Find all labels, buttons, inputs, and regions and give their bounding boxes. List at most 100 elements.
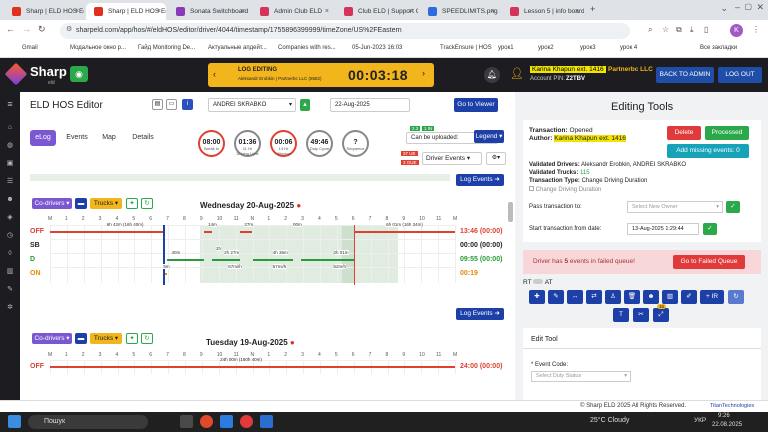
close-window-icon[interactable]: ✕	[756, 2, 764, 13]
browser-tab[interactable]: Lesson 5 | info board ×	[502, 3, 584, 20]
trucks-button[interactable]: Trucks ▾	[90, 198, 122, 209]
back-to-admin-button[interactable]: BACK TO ADMIN	[656, 67, 714, 83]
back-icon[interactable]: ←	[6, 24, 15, 34]
bookmark-item[interactable]: Гайд Monitoring De...	[138, 45, 195, 51]
prev-arrow-icon[interactable]: ‹	[213, 69, 216, 79]
maximize-icon[interactable]: ▢	[744, 2, 752, 11]
document-icon[interactable]: ▤	[152, 99, 163, 110]
tab-close-icon[interactable]: ×	[325, 3, 329, 20]
reload-icon[interactable]: ↻	[38, 24, 46, 35]
bookmark-item[interactable]: Все закладки	[700, 45, 737, 51]
date-input[interactable]: 22-Aug-2025	[330, 98, 410, 112]
bookmark-item[interactable]: урок 4	[620, 45, 637, 51]
tab-search-icon[interactable]: ⌄	[720, 3, 728, 14]
globe-icon[interactable]: ◍	[6, 142, 14, 150]
tab-close-icon[interactable]: ×	[491, 3, 495, 20]
settings-dropdown-icon[interactable]: ⚙▾	[486, 152, 506, 165]
new-owner-select[interactable]: Select New Owner ▾	[627, 201, 723, 213]
forward-icon[interactable]: →	[22, 24, 31, 34]
tab-close-icon[interactable]: ×	[241, 3, 245, 20]
truck-icon[interactable]: ▣	[6, 160, 14, 168]
bookmark-item[interactable]: 05-Jun-2023 16:03	[352, 45, 402, 51]
delete-button[interactable]: Delete	[667, 126, 701, 140]
downloads-icon[interactable]: ⤓	[690, 25, 694, 35]
chart-icon[interactable]: ▥	[6, 268, 14, 276]
menu-hamburger-icon[interactable]: ≡	[6, 100, 14, 109]
thumb-icon-day2[interactable]: ✦	[126, 333, 138, 344]
plus-icon[interactable]: ✚	[529, 290, 545, 304]
profile-avatar[interactable]: K	[730, 24, 743, 37]
wrench-icon[interactable]: ✎	[6, 286, 14, 294]
refresh-tools-icon[interactable]: ↻	[728, 290, 744, 304]
scrollbar-thumb[interactable]	[508, 202, 513, 222]
tab-close-icon[interactable]: ×	[409, 3, 413, 20]
print-icon[interactable]: ▭	[166, 99, 177, 110]
stamp-icon[interactable]: ♙	[605, 290, 621, 304]
taskbar-search[interactable]: Пошук	[28, 415, 148, 429]
opera-icon[interactable]	[240, 415, 253, 428]
url-field[interactable]: sharpeld.com/app/hos/#/eldHOS/editor/dri…	[60, 23, 630, 39]
notifications-bell-icon[interactable]: 🔔︎	[484, 67, 500, 83]
signal-icon[interactable]: ◈	[6, 214, 14, 222]
truck-mini-icon-day2[interactable]: ▬	[75, 333, 87, 344]
truck-mini-icon[interactable]: ▬	[75, 198, 87, 209]
site-info-icon[interactable]: ⚙	[66, 25, 72, 33]
change-driving-checkbox[interactable]	[529, 186, 534, 191]
task-view-icon[interactable]	[180, 415, 193, 428]
refresh-icon[interactable]: ↻	[141, 198, 153, 209]
log-events-button-top[interactable]: Log Events ➜	[456, 174, 504, 186]
refresh-icon-day2[interactable]: ↻	[141, 333, 153, 344]
co-drivers-button[interactable]: Co-drivers ▾	[32, 198, 72, 209]
bookmark-item[interactable]: TrackEnsure | HOS	[440, 45, 492, 51]
browser-tab[interactable]: Admin Club ELD ×	[252, 3, 334, 20]
swap-icon[interactable]: ⇄	[586, 290, 602, 304]
tab-map[interactable]: Map	[96, 130, 122, 146]
expand-icon[interactable]: ⤢	[653, 308, 669, 322]
driver-select[interactable]: ANDREI SKRABKO ▾	[208, 98, 296, 112]
minimize-icon[interactable]: –	[735, 2, 740, 12]
confirm-owner-icon[interactable]: ✓	[726, 201, 740, 213]
go-to-failed-queue-button[interactable]: Go to Failed Queue	[673, 255, 745, 269]
extensions-icon[interactable]: ⧉	[676, 25, 682, 35]
add-missing-events-button[interactable]: Add missing events: 0	[667, 144, 749, 158]
shield-icon[interactable]: ◊	[6, 250, 14, 258]
rt-at-toggle[interactable]	[533, 279, 544, 284]
menu-icon[interactable]: ⋮	[752, 25, 760, 34]
browser-tab[interactable]: SPEEDLIMITS.png (77×	[420, 3, 500, 20]
bookmark-star-icon[interactable]: ☆	[662, 25, 669, 34]
arrows-h-icon[interactable]: ↔	[567, 290, 583, 304]
next-arrow-icon[interactable]: ›	[422, 68, 425, 78]
legend-button[interactable]: Legend ▾	[474, 130, 504, 143]
skype-icon[interactable]	[260, 415, 273, 428]
language-indicator[interactable]: УКР	[694, 417, 706, 424]
windows-start-icon[interactable]	[8, 415, 21, 428]
logout-button[interactable]: LOG OUT	[718, 67, 762, 83]
list-icon[interactable]: ☰	[6, 178, 14, 186]
users-icon[interactable]: ☻	[6, 196, 14, 204]
bookmark-item[interactable]: урок1	[498, 45, 514, 51]
tab-details[interactable]: Details	[126, 130, 160, 146]
bookmark-item[interactable]: Модальное окно р...	[70, 45, 126, 51]
users-group-icon[interactable]: ☻	[643, 290, 659, 304]
columns-icon[interactable]: ▥	[662, 290, 678, 304]
scissors-icon[interactable]: ✂	[633, 308, 649, 322]
settings-icon[interactable]: ✲	[6, 304, 14, 312]
new-tab-icon[interactable]: +	[590, 4, 595, 14]
info-icon[interactable]: i	[182, 99, 193, 110]
log-events-button-day1[interactable]: Log Events ➜	[456, 308, 504, 320]
bookmark-item[interactable]: Актуальные апдейт...	[208, 45, 267, 51]
start-date-input[interactable]: 13-Aug-2025 1:29:44	[627, 223, 699, 235]
bookmark-item[interactable]: урок3	[580, 45, 596, 51]
thumb-icon[interactable]: ✦	[126, 198, 138, 209]
duty-status-select[interactable]: Select Duty Status ▾	[531, 371, 631, 382]
go-to-viewer-button[interactable]: Go to Viewer	[454, 98, 498, 112]
add-ir-button[interactable]: + IR	[700, 290, 724, 304]
trash-icon[interactable]: 🗑︎	[624, 290, 640, 304]
home-icon[interactable]: ⌂	[6, 124, 14, 132]
trucks-button-day2[interactable]: Trucks ▾	[90, 333, 122, 344]
bookmark-item[interactable]: Gmail	[22, 45, 38, 51]
driver-events-select[interactable]: Driver Events ▾	[422, 152, 482, 165]
clock-icon[interactable]: ◷	[6, 232, 14, 240]
co-drivers-button-day2[interactable]: Co-drivers ▾	[32, 333, 72, 344]
bookmark-item[interactable]: урок2	[538, 45, 554, 51]
